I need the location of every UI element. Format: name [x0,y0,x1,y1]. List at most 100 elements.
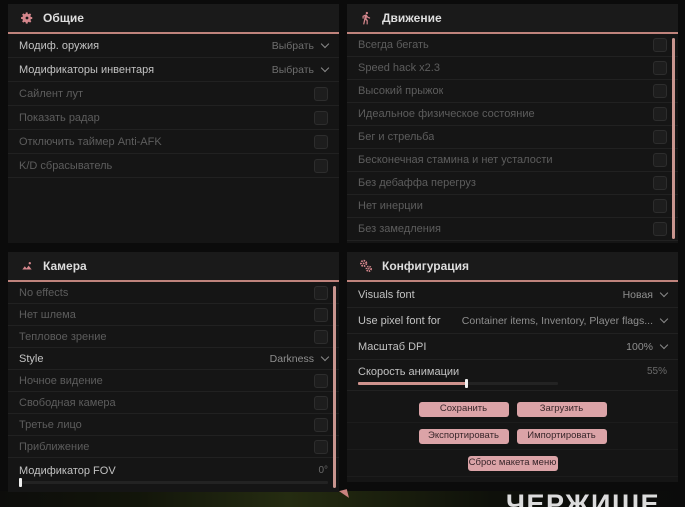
checkbox[interactable] [653,199,667,213]
setting-label: Тепловое зрение [19,330,107,343]
setting-row[interactable]: Идеальное физическое состояние [347,103,678,126]
checkbox[interactable] [314,329,328,344]
slider-track[interactable] [19,477,328,487]
dropdown[interactable]: Container items, Inventory, Player flags… [461,314,669,327]
slider-handle[interactable] [19,477,22,487]
dropdown-value: Выбрать [271,39,314,52]
slider-fill [358,381,468,385]
setting-label: Без замедления [358,223,441,235]
setting-row[interactable]: Тепловое зрение [8,326,339,348]
chevron-down-icon [320,39,330,49]
mod-menu-screen: Общие Модиф. оружия Выбрать Модификаторы ин… [0,0,685,507]
dropdown-value: Container items, Inventory, Player flags… [461,314,653,327]
checkbox[interactable] [653,130,667,144]
setting-label: Сайлент лут [19,87,83,100]
setting-row[interactable]: Свободная камера [8,392,339,414]
checkbox[interactable] [314,307,328,322]
slider-head: Скорость анимации 55% [358,366,667,378]
setting-row: Visuals font Новая [347,282,678,308]
setting-row[interactable]: Нет инерции [347,195,678,218]
setting-row[interactable]: Без замедления [347,218,678,241]
setting-label: Модификаторы инвентаря [19,63,155,76]
panel-title: Общие [43,11,84,25]
panel-header-camera: Камера [8,252,339,282]
setting-row[interactable]: Бег и стрельба [347,126,678,149]
scrollbar[interactable] [333,286,336,488]
checkbox[interactable] [653,107,667,121]
scrollbar[interactable] [672,38,675,239]
setting-row[interactable]: K/D сбрасыватель [8,154,339,178]
checkbox[interactable] [653,61,667,75]
setting-label: Бег и стрельба [358,131,435,143]
setting-row[interactable]: No effects [8,282,339,304]
setting-label: Показать радар [19,111,100,124]
checkbox[interactable] [314,395,328,410]
checkbox[interactable] [314,285,328,300]
dropdown[interactable]: Darkness [270,353,330,365]
setting-row[interactable]: Нет шлема [8,304,339,326]
setting-row[interactable]: Speed hack x2.3 [347,57,678,80]
dropdown[interactable]: Выбрать [271,39,330,52]
setting-row[interactable]: Отключить таймер Anti-AFK [8,130,339,154]
checkbox[interactable] [314,439,328,454]
setting-label: Use pixel font for [358,314,441,327]
setting-row[interactable]: Третье лицо [8,414,339,436]
chevron-down-icon [320,63,330,73]
setting-row[interactable]: Высокий прыжок [347,80,678,103]
setting-label: Третье лицо [19,418,82,431]
setting-row[interactable]: Ночное видение [8,370,339,392]
checkbox[interactable] [314,158,328,173]
button-row: Сброс макета меню [347,450,678,477]
slider-head: Модификатор FOV 0° [19,465,328,477]
setting-row[interactable]: Бесконечная стамина и нет усталости [347,149,678,172]
action-button[interactable]: Экспортировать [418,428,509,444]
checkbox[interactable] [653,222,667,236]
gears-icon [359,259,373,273]
dropdown-value: Новая [622,288,653,301]
checkbox[interactable] [314,134,328,149]
slider-track[interactable] [358,378,558,388]
checkbox[interactable] [653,176,667,190]
dropdown[interactable]: 100% [626,340,669,353]
action-button[interactable]: Загрузить [516,401,607,417]
setting-label: Ночное видение [19,374,103,387]
panel-camera: Камера No effects Нет шлема Тепловое зрение… [8,252,339,492]
dropdown-value: 100% [626,340,653,353]
panel-title: Камера [43,259,87,273]
slider-handle[interactable] [465,378,468,388]
setting-label: No effects [19,286,69,299]
setting-row[interactable]: Показать радар [8,106,339,130]
chevron-down-icon [659,314,669,324]
slider-value: 55% [646,366,667,377]
checkbox[interactable] [653,153,667,167]
checkbox[interactable] [653,38,667,52]
panel-rows: Всегда бегать Speed hack x2.3 Высокий прыж… [347,34,678,241]
dropdown[interactable]: Выбрать [271,63,330,76]
panel-movement: Движение Всегда бегать Speed hack x2.3 Высо… [347,4,678,243]
button-row: Сохранить Загрузить [347,396,678,423]
checkbox[interactable] [314,373,328,388]
setting-label: Высокий прыжок [358,85,444,97]
setting-label: Масштаб DPI [358,340,427,353]
chevron-down-icon [659,288,669,298]
mountain-icon [20,259,34,273]
setting-label: Модификатор FOV [19,464,116,477]
action-button[interactable]: Сброс макета меню [467,455,558,471]
setting-row[interactable]: Приближение [8,436,339,458]
dropdown-value: Выбрать [271,63,314,76]
action-button[interactable]: Импортировать [516,428,607,444]
setting-row[interactable]: Без дебаффа перегруз [347,172,678,195]
panel-title: Движение [382,11,442,25]
setting-row: Use pixel font for Container items, Inven… [347,308,678,334]
checkbox[interactable] [653,84,667,98]
setting-label: Style [19,352,44,365]
checkbox[interactable] [314,417,328,432]
dropdown[interactable]: Новая [622,288,669,301]
action-button[interactable]: Сохранить [418,401,509,417]
setting-row[interactable]: Всегда бегать [347,34,678,57]
checkbox[interactable] [314,86,328,101]
panel-header-general: Общие [8,4,339,34]
setting-row: Модификатор FOV 0° [8,458,339,490]
checkbox[interactable] [314,110,328,125]
setting-row[interactable]: Сайлент лут [8,82,339,106]
